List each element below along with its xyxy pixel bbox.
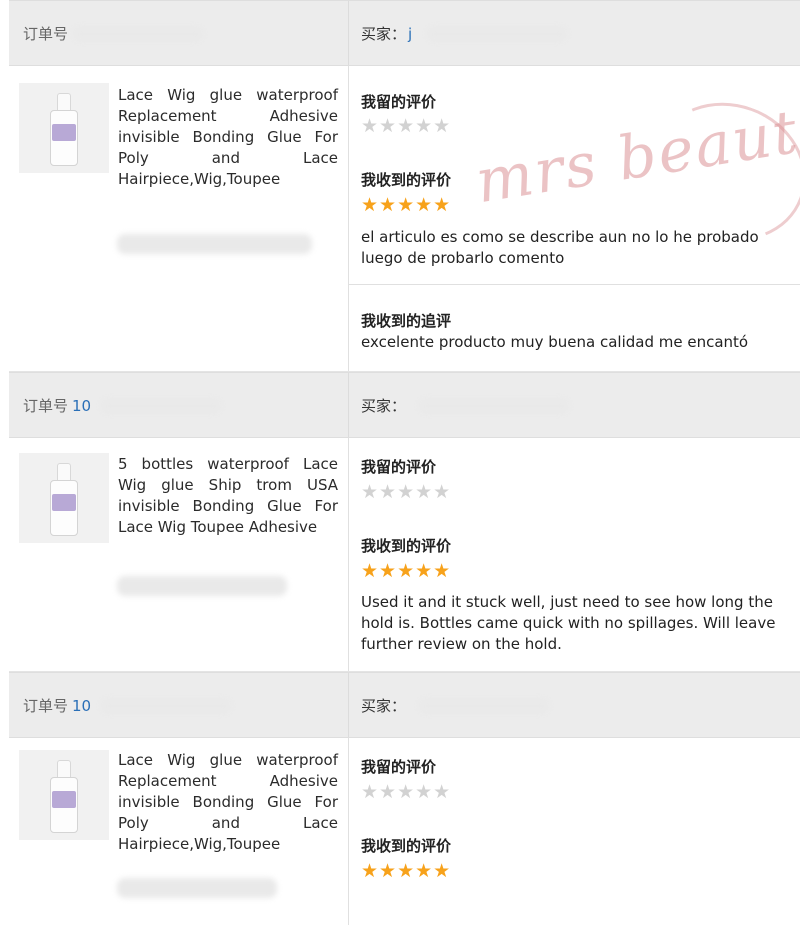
order-header: 订单号 10 买家： xyxy=(9,372,800,438)
order-number: 订单号 xyxy=(23,25,69,43)
redacted-order-number xyxy=(73,27,203,41)
order-number: 订单号 10 xyxy=(23,697,92,715)
my-rating-label: 我留的评价 xyxy=(361,93,437,111)
buyer-name[interactable]: j xyxy=(408,25,412,43)
order-header: 订单号 10 买家： xyxy=(9,672,800,738)
followup-divider xyxy=(349,284,800,285)
received-rating-stars: ★★★★★ xyxy=(361,194,452,216)
header-divider xyxy=(348,373,349,437)
received-rating-label: 我收到的评价 xyxy=(361,171,452,189)
product-image[interactable] xyxy=(19,83,109,173)
order-number-value[interactable]: 10 xyxy=(72,697,91,715)
body-divider xyxy=(348,738,349,925)
product-image[interactable] xyxy=(19,750,109,840)
redacted-order-number xyxy=(101,699,231,713)
received-rating-stars: ★★★★★ xyxy=(361,860,452,882)
my-rating-label: 我留的评价 xyxy=(361,458,437,476)
redacted-price xyxy=(117,576,287,596)
received-followup-label: 我收到的追评 xyxy=(361,312,452,330)
bottle-label-shape xyxy=(52,494,76,511)
product-title-link[interactable]: Lace Wig glue waterproof Replacement Adh… xyxy=(118,750,338,855)
order-review-list: 订单号 买家： j Lace Wig glue waterproof Replac… xyxy=(9,0,800,925)
received-rating-stars: ★★★★★ xyxy=(361,560,452,582)
bottle-label-shape xyxy=(52,124,76,141)
product-title-link[interactable]: 5 bottles waterproof Lace Wig glue Ship … xyxy=(118,454,338,538)
buyer: 买家： xyxy=(361,397,407,415)
header-divider xyxy=(348,1,349,65)
redacted-price xyxy=(117,234,312,254)
product-image[interactable] xyxy=(19,453,109,543)
redacted-buyer-name xyxy=(419,399,569,413)
buyer: 买家： j xyxy=(361,25,413,43)
order-body: Lace Wig glue waterproof Replacement Adh… xyxy=(9,738,800,925)
received-review-text: Used it and it stuck well, just need to … xyxy=(361,593,776,653)
product-title-link[interactable]: Lace Wig glue waterproof Replacement Adh… xyxy=(118,85,338,190)
received-rating-label: 我收到的评价 xyxy=(361,537,452,555)
order-header: 订单号 买家： j xyxy=(9,0,800,66)
order-body: 5 bottles waterproof Lace Wig glue Ship … xyxy=(9,438,800,672)
body-divider xyxy=(348,438,349,671)
my-rating-stars: ★★★★★ xyxy=(361,481,452,503)
order-number: 订单号 10 xyxy=(23,397,92,415)
my-rating-stars: ★★★★★ xyxy=(361,115,452,137)
order-number-value[interactable]: 10 xyxy=(72,397,91,415)
received-rating-label: 我收到的评价 xyxy=(361,837,452,855)
bottle-label-shape xyxy=(52,791,76,808)
header-divider xyxy=(348,673,349,737)
my-rating-label: 我留的评价 xyxy=(361,758,437,776)
received-followup-text: excelente producto muy buena calidad me … xyxy=(361,333,749,351)
redacted-buyer-name xyxy=(427,27,567,41)
redacted-price xyxy=(117,878,277,898)
redacted-buyer-name xyxy=(419,699,549,713)
redacted-order-number xyxy=(101,399,221,413)
my-rating-stars: ★★★★★ xyxy=(361,781,452,803)
buyer: 买家： xyxy=(361,697,407,715)
body-divider xyxy=(348,66,349,371)
